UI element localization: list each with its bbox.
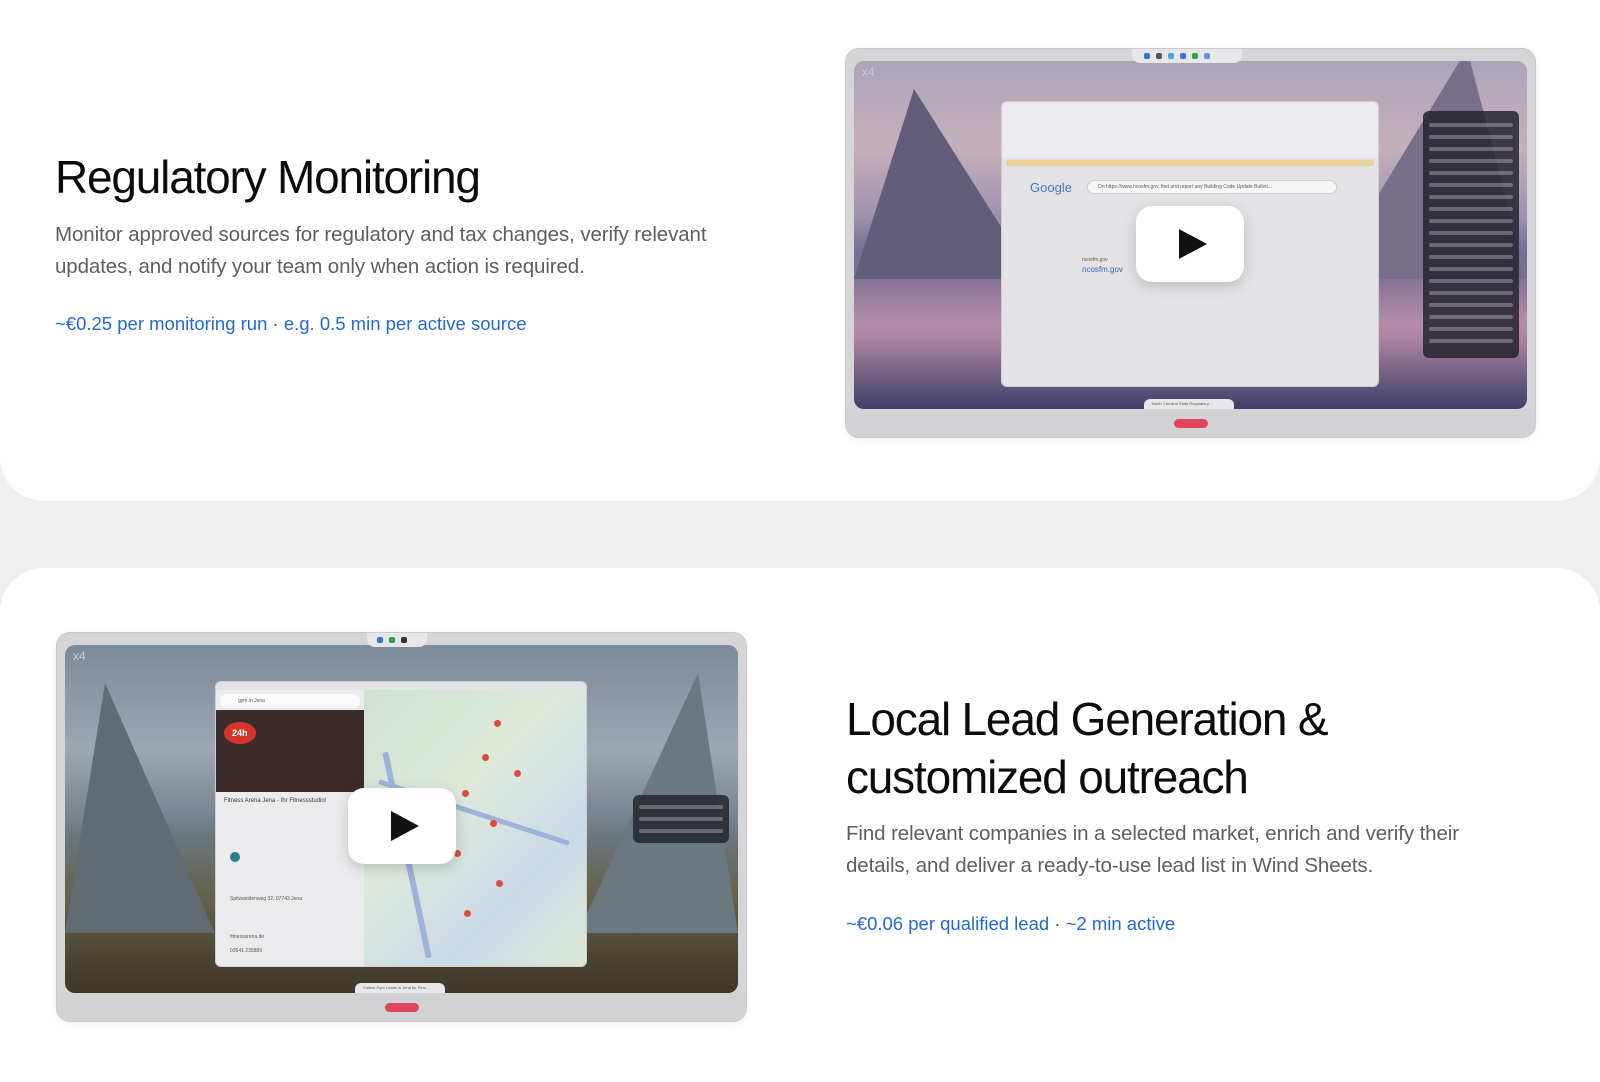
map-pin: [482, 754, 489, 761]
task-row: [1429, 303, 1513, 307]
task-row: [1429, 315, 1513, 319]
dock-icon: [389, 637, 395, 643]
duration-text: e.g. 0.5 min per active source: [283, 313, 527, 334]
map-pin: [490, 820, 497, 827]
top-dock: [367, 633, 427, 647]
task-row: [1429, 183, 1513, 187]
task-panel: [633, 795, 729, 843]
task-row: [1429, 135, 1513, 139]
result-domain: ncosfm.gov: [1082, 257, 1108, 263]
map-pin: [462, 790, 469, 797]
pricing-line: ~€0.06 per qualified lead · ~2 min activ…: [846, 911, 1175, 937]
place-website: fitnessarena.de: [230, 934, 265, 940]
video-preview-regulatory[interactable]: x4 Google On https://www.ncosfm.gov, fin…: [845, 48, 1536, 438]
section-title: Regulatory Monitoring: [55, 151, 481, 203]
dock-icon: [1192, 53, 1198, 59]
search-query: On https://www.ncosfm.gov, find and repo…: [1098, 184, 1272, 190]
section-description: Monitor approved sources for regulatory …: [55, 223, 707, 278]
price-text: ~€0.25 per monitoring run: [55, 313, 268, 334]
play-icon: [1179, 229, 1207, 259]
video-preview-leads[interactable]: x4 gym in Jena 24h Fitness Arena Jena - …: [56, 632, 747, 1022]
bottom-tab: North Carolina State Regulatory...: [1144, 399, 1234, 409]
play-button[interactable]: [348, 788, 456, 864]
bottom-tab: Collect Gym Leads in Jena for Pers...: [355, 983, 445, 993]
map-pin: [464, 910, 471, 917]
separator: ·: [1054, 913, 1061, 934]
dock-icon: [401, 637, 407, 643]
duration-text: ~2 min active: [1065, 913, 1176, 934]
place-address: Spitzweidenweg 32, 07743 Jena: [230, 896, 302, 902]
task-row: [639, 805, 723, 809]
dock-icon: [377, 637, 383, 643]
google-logo: Google: [1030, 180, 1072, 195]
browser-toolbar: [1002, 102, 1378, 158]
status-bar: [1006, 160, 1374, 166]
dock-icon: [1204, 53, 1210, 59]
maps-search-box: gym in Jena: [220, 694, 360, 708]
speed-label: x4: [862, 65, 875, 79]
pricing-line: ~€0.25 per monitoring run · e.g. 0.5 min…: [55, 311, 527, 337]
use-case-card-regulatory: Regulatory Monitoring Monitor approved s…: [0, 0, 1600, 501]
task-row: [639, 817, 723, 821]
section-title-line: customized outreach: [846, 751, 1249, 803]
task-row: [1429, 339, 1513, 343]
place-name: Fitness Arena Jena - Ihr Fitnessstudio!: [224, 798, 327, 804]
use-case-card-lead-generation: x4 gym in Jena 24h Fitness Arena Jena - …: [0, 568, 1600, 1082]
task-row: [1429, 291, 1513, 295]
bottom-tab-label: Collect Gym Leads in Jena for Pers...: [363, 985, 430, 990]
task-row: [1429, 159, 1513, 163]
place-phone: 03641 235889: [230, 948, 262, 954]
dock-icon: [1180, 53, 1186, 59]
bottom-tab-label: North Carolina State Regulatory...: [1152, 401, 1212, 406]
task-row: [1429, 123, 1513, 127]
task-row: [1429, 171, 1513, 175]
top-dock: [1132, 49, 1242, 63]
map-pin: [496, 880, 503, 887]
place-panel: gym in Jena 24h Fitness Arena Jena - Ihr…: [216, 690, 364, 966]
directions-icon: [230, 852, 240, 862]
task-row: [1429, 255, 1513, 259]
record-indicator[interactable]: [1174, 419, 1208, 428]
separator: ·: [272, 313, 279, 334]
dock-icon: [1168, 53, 1174, 59]
section-title-line: Local Lead Generation &: [846, 693, 1329, 745]
record-indicator[interactable]: [385, 1003, 419, 1012]
task-row: [639, 829, 723, 833]
task-row: [1429, 219, 1513, 223]
result-title: ncosfm.gov: [1082, 265, 1123, 274]
task-row: [1429, 231, 1513, 235]
play-button[interactable]: [1136, 206, 1244, 282]
price-text: ~€0.06 per qualified lead: [846, 913, 1050, 934]
task-row: [1429, 279, 1513, 283]
task-row: [1429, 243, 1513, 247]
badge-text: 24h: [232, 728, 248, 738]
play-icon: [391, 811, 419, 841]
place-photo: 24h: [216, 710, 364, 792]
task-panel: [1423, 111, 1519, 358]
badge-logo: 24h: [224, 722, 256, 744]
section-description: Find relevant companies in a selected ma…: [846, 822, 1459, 877]
section-title: Local Lead Generation & customized outre…: [846, 690, 1329, 806]
task-row: [1429, 267, 1513, 271]
dock-icon: [1144, 53, 1150, 59]
task-row: [1429, 327, 1513, 331]
map-pin: [494, 720, 501, 727]
search-box: On https://www.ncosfm.gov, find and repo…: [1087, 180, 1337, 194]
map-pin: [514, 770, 521, 777]
speed-label: x4: [73, 649, 86, 663]
maps-search-query: gym in Jena: [238, 698, 265, 704]
task-row: [1429, 147, 1513, 151]
task-row: [1429, 207, 1513, 211]
dock-icon: [1156, 53, 1162, 59]
task-row: [1429, 195, 1513, 199]
